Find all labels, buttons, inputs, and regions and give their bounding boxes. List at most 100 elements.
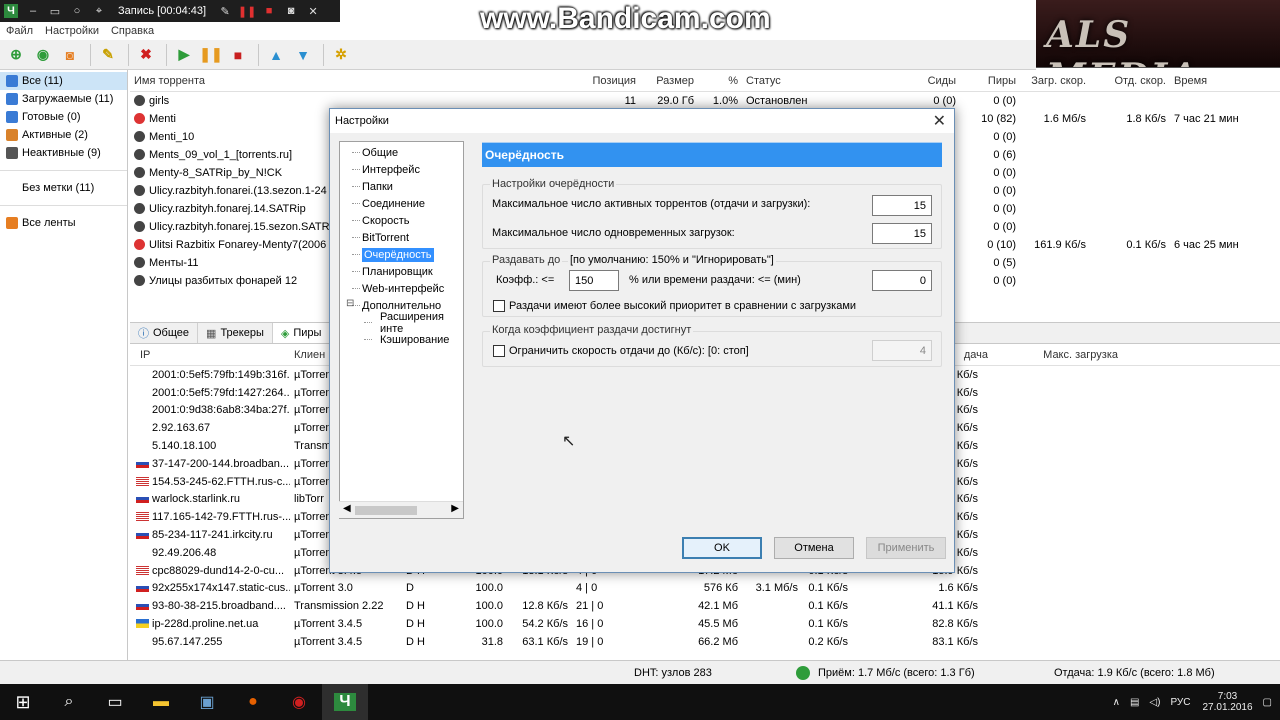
collapse-icon[interactable]: ⊟ — [346, 298, 354, 309]
col-size[interactable]: Размер — [640, 75, 698, 87]
scroll-thumb[interactable] — [355, 506, 417, 515]
cell-down: 1.6 Мб/s — [1020, 113, 1090, 125]
notifications-icon[interactable]: ▢ — [1263, 697, 1272, 708]
settings-tree: Общие Интерфейс Папки Соединение Скорость Bit… — [339, 141, 464, 519]
col-peers[interactable]: Пиры — [960, 75, 1020, 87]
col-percent[interactable]: % — [698, 75, 742, 87]
table-row[interactable]: ip-228d.proline.net.ua µTorrent 3.4.5 D H 1… — [130, 615, 1280, 633]
tree-item[interactable]: Папки — [340, 178, 463, 195]
pencil-icon[interactable]: ✎ — [218, 4, 232, 18]
explorer-icon[interactable]: ▬ — [138, 684, 184, 720]
sidebar-item-no-label[interactable]: Без метки (11) — [0, 179, 127, 197]
tree-item[interactable]: Интерфейс — [340, 161, 463, 178]
col-name[interactable]: Имя торрента — [130, 75, 580, 87]
sidebar-item-active[interactable]: Активные (2) — [0, 126, 127, 144]
col-seeds[interactable]: Сиды — [900, 75, 960, 87]
col-download-speed[interactable]: Загр. скор. — [1020, 75, 1090, 87]
chevron-up-icon[interactable]: ∧ — [1113, 697, 1120, 708]
tree-item[interactable]: Общие — [340, 144, 463, 161]
seed-priority-checkbox[interactable] — [493, 300, 505, 312]
seed-time-label: % или времени раздачи: <= (мин) — [629, 274, 801, 286]
limit-upload-input[interactable]: 4 — [872, 340, 932, 361]
close-icon[interactable]: ✕ — [933, 111, 946, 131]
col-ip[interactable]: IP — [130, 349, 290, 361]
stop-icon[interactable]: ■ — [226, 43, 250, 67]
network-icon[interactable]: ▤ — [1130, 697, 1139, 708]
windows-start-icon[interactable]: ⊞ — [0, 684, 46, 720]
remove-icon[interactable]: ✖ — [134, 43, 158, 67]
pause-icon[interactable]: ❚❚ — [199, 43, 223, 67]
settings-icon[interactable]: ✲ — [329, 43, 353, 67]
folder-icon[interactable]: ▭ — [48, 4, 62, 18]
language-indicator[interactable]: РУС — [1170, 697, 1190, 708]
cell-text: 2001:0:5ef5:79fb:149b:316f... — [152, 368, 290, 381]
move-up-icon[interactable]: ▲ — [264, 43, 288, 67]
start-icon[interactable]: ▶ — [172, 43, 196, 67]
apply-button[interactable]: Применить — [866, 537, 946, 559]
rss-icon[interactable]: ◙ — [58, 43, 82, 67]
pause-icon[interactable]: ❚❚ — [238, 4, 256, 18]
table-row[interactable]: 92x255x174x147.static-cus... µTorrent 3.0… — [130, 580, 1280, 598]
menu-file[interactable]: Файл — [0, 25, 39, 37]
col-status[interactable]: Статус — [742, 75, 900, 87]
add-torrent-icon[interactable]: ⊕ — [4, 43, 28, 67]
tab-trackers[interactable]: ▦ Трекеры — [198, 323, 273, 343]
close-icon[interactable]: ✕ — [306, 4, 320, 18]
cell-client: µTorrent 3.4.5 — [290, 618, 402, 630]
sidebar-item-inactive[interactable]: Неактивные (9) — [0, 144, 127, 162]
ratio-input[interactable]: 150 — [569, 270, 619, 291]
seed-time-input[interactable]: 0 — [872, 270, 932, 291]
tree-item[interactable]: Кэширование — [340, 331, 463, 348]
cancel-button[interactable]: Отмена — [774, 537, 854, 559]
tree-item[interactable]: Очерёдность — [340, 246, 463, 263]
table-row[interactable]: 93-80-38-215.broadband.... Transmission 2… — [130, 597, 1280, 615]
limit-upload-checkbox[interactable] — [493, 345, 505, 357]
cell-up: 1.8 Кб/s — [1090, 113, 1170, 125]
ok-button[interactable]: OK — [682, 537, 762, 559]
minimize-icon[interactable]: – — [26, 4, 40, 18]
tab-peers[interactable]: ◈ Пиры — [272, 323, 331, 343]
tree-item[interactable]: Скорость — [340, 212, 463, 229]
tree-item[interactable]: Соединение — [340, 195, 463, 212]
cell-peers: 0 (0) — [960, 131, 1020, 143]
utorrent-icon[interactable]: Ч — [322, 684, 368, 720]
move-down-icon[interactable]: ▼ — [291, 43, 315, 67]
col-eta[interactable]: Время — [1170, 75, 1270, 87]
col-max-download[interactable]: Макс. загрузка — [992, 349, 1122, 361]
col-position[interactable]: Позиция — [580, 75, 640, 87]
sidebar-item-all[interactable]: Все (11) — [0, 72, 127, 90]
search-icon[interactable]: ⌕ — [46, 684, 92, 720]
col-upload-speed[interactable]: Отд. скор. — [1090, 75, 1170, 87]
clock[interactable]: 7:03 27.01.2016 — [1202, 691, 1252, 713]
max-downloads-input[interactable]: 15 — [872, 223, 932, 244]
volume-icon[interactable]: ◁) — [1149, 697, 1160, 708]
menu-help[interactable]: Справка — [105, 25, 160, 37]
tree-item[interactable]: Web-интерфейс — [340, 280, 463, 297]
sidebar-item-downloading[interactable]: Загружаемые (11) — [0, 90, 127, 108]
firefox-icon[interactable]: ● — [230, 684, 276, 720]
add-url-icon[interactable]: ◉ — [31, 43, 55, 67]
stop-icon[interactable]: ■ — [262, 4, 276, 18]
tab-label: Общее — [153, 327, 190, 339]
bandicam-icon[interactable]: ◉ — [276, 684, 322, 720]
table-row[interactable]: 95.67.147.255 µTorrent 3.4.5 D H 31.8 63.1 К… — [130, 633, 1280, 651]
scroll-right-icon[interactable]: ▶ — [451, 503, 459, 514]
menu-settings[interactable]: Настройки — [39, 25, 105, 37]
tree-scrollbar[interactable]: ◀ ▶ — [339, 501, 463, 518]
max-active-input[interactable]: 15 — [872, 195, 932, 216]
search-icon[interactable]: ○ — [70, 4, 84, 18]
sidebar-item-feeds[interactable]: Все ленты — [0, 214, 127, 232]
tab-general[interactable]: ⓘ Общее — [130, 323, 199, 343]
sidebar-item-completed[interactable]: Готовые (0) — [0, 108, 127, 126]
tree-item[interactable]: BitTorrent — [340, 229, 463, 246]
scroll-left-icon[interactable]: ◀ — [343, 503, 351, 514]
dialog-titlebar: Настройки ✕ — [330, 109, 954, 133]
tree-item[interactable]: Расширения инте — [340, 311, 463, 335]
camera-icon[interactable]: ◙ — [284, 4, 298, 18]
tree-line — [364, 339, 372, 340]
task-view-icon[interactable]: ▭ — [92, 684, 138, 720]
create-torrent-icon[interactable]: ✎ — [96, 43, 120, 67]
app-icon[interactable]: ▣ — [184, 684, 230, 720]
tree-item[interactable]: Планировщик — [340, 263, 463, 280]
pin-icon[interactable]: ⌖ — [92, 4, 106, 18]
